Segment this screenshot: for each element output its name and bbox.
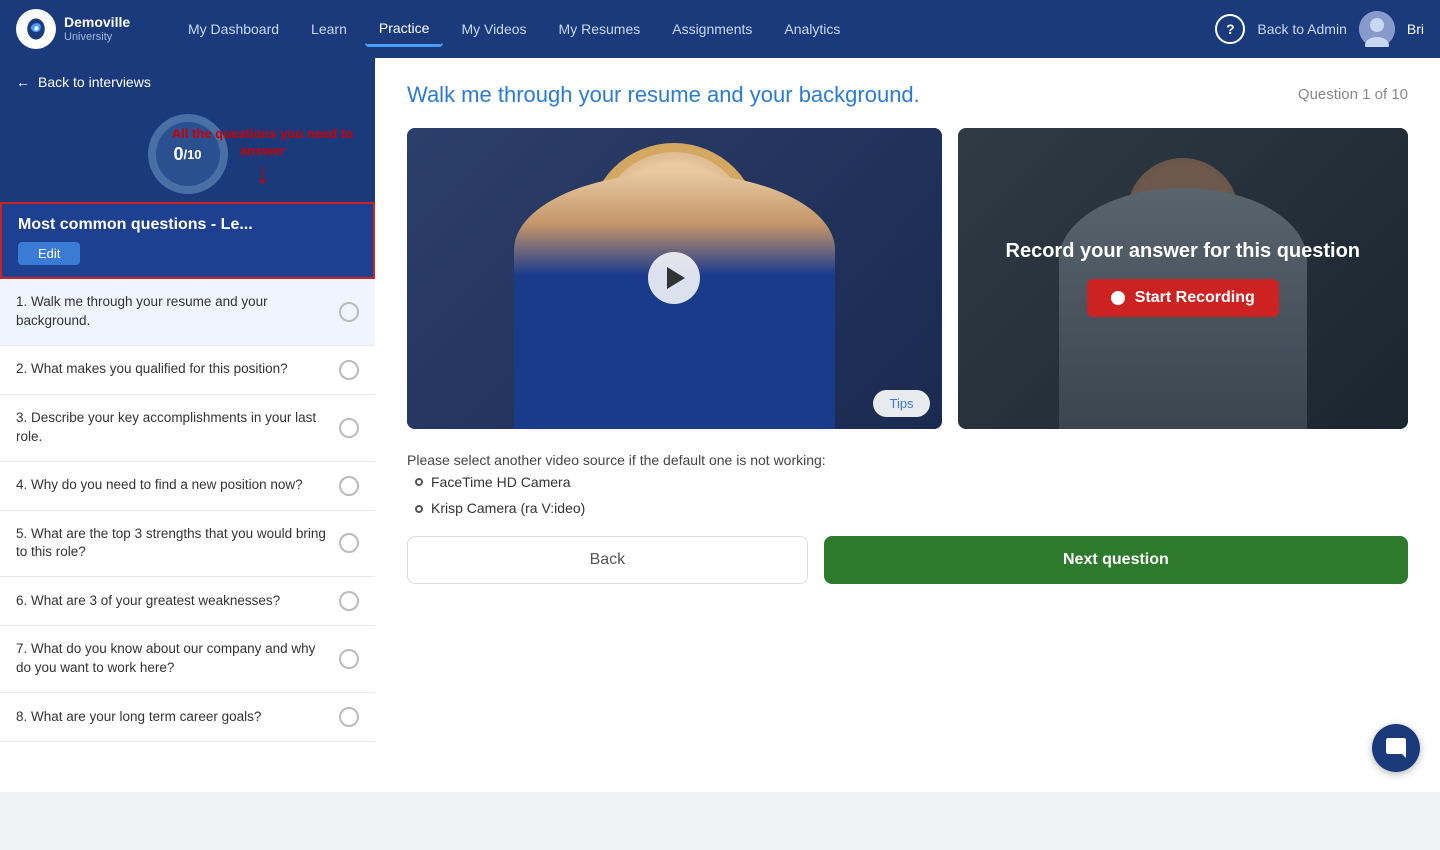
back-button[interactable]: Back: [407, 536, 808, 584]
question-text-8: 8. What are your long term career goals?: [16, 708, 329, 727]
progress-container: 0/10: [0, 106, 375, 202]
record-dot-icon: [1111, 291, 1125, 305]
table-row[interactable]: 7. What do you know about our company an…: [0, 626, 375, 693]
progress-current: 0: [173, 144, 183, 165]
tips-button[interactable]: Tips: [873, 390, 929, 417]
nav-my-resumes[interactable]: My Resumes: [545, 13, 655, 45]
question-radio-3[interactable]: [339, 418, 359, 438]
list-item[interactable]: Krisp Camera (ra V:ideo): [415, 497, 1408, 519]
logo-icon: [16, 9, 56, 49]
question-text-5: 5. What are the top 3 strengths that you…: [16, 525, 329, 563]
logo-area: Demoville University: [16, 9, 166, 49]
nav-assignments[interactable]: Assignments: [658, 13, 766, 45]
progress-circle: 0/10: [148, 114, 228, 194]
user-video: Record your answer for this question Sta…: [958, 128, 1408, 429]
bottom-actions: Back Next question: [407, 536, 1408, 584]
camera-option-1: FaceTime HD Camera: [431, 471, 571, 493]
question-text-3: 3. Describe your key accomplishments in …: [16, 409, 329, 447]
play-button[interactable]: [648, 252, 700, 304]
nav-right: ? Back to Admin Bri: [1215, 11, 1424, 47]
progress-inner: 0/10: [156, 122, 220, 186]
question-radio-1[interactable]: [339, 302, 359, 322]
main-question-text: Walk me through your resume and your bac…: [407, 82, 1278, 108]
question-radio-5[interactable]: [339, 533, 359, 553]
nav-my-videos[interactable]: My Videos: [447, 13, 540, 45]
question-count: Question 1 of 10: [1278, 82, 1408, 103]
question-header: Walk me through your resume and your bac…: [407, 82, 1408, 108]
question-text-7: 7. What do you know about our company an…: [16, 640, 329, 678]
avatar: [1359, 11, 1395, 47]
question-radio-7[interactable]: [339, 649, 359, 669]
nav-links: My Dashboard Learn Practice My Videos My…: [166, 12, 1215, 47]
question-radio-4[interactable]: [339, 476, 359, 496]
nav-my-dashboard[interactable]: My Dashboard: [174, 13, 293, 45]
start-recording-button[interactable]: Start Recording: [1087, 279, 1279, 317]
table-row[interactable]: 1. Walk me through your resume and your …: [0, 279, 375, 346]
nav-analytics[interactable]: Analytics: [770, 13, 854, 45]
camera-dot-icon: [415, 505, 423, 513]
sidebar: ← Back to interviews 0/10 All the questi…: [0, 58, 375, 792]
back-arrow-icon: ←: [16, 74, 30, 90]
record-overlay: Record your answer for this question Sta…: [958, 128, 1408, 429]
question-text-4: 4. Why do you need to find a new positio…: [16, 476, 329, 495]
questions-list: 1. Walk me through your resume and your …: [0, 279, 375, 792]
progress-denom: /10: [183, 147, 201, 162]
back-to-interviews[interactable]: ← Back to interviews: [0, 58, 375, 106]
main-container: ← Back to interviews 0/10 All the questi…: [0, 58, 1440, 792]
camera-source-text: Please select another video source if th…: [407, 452, 826, 468]
content-area: Walk me through your resume and your bac…: [375, 58, 1440, 792]
chat-icon: [1384, 736, 1408, 760]
table-row[interactable]: 2. What makes you qualified for this pos…: [0, 346, 375, 395]
videos-row: Tips Record your answer for this questio…: [407, 128, 1408, 429]
table-row[interactable]: 8. What are your long term career goals?: [0, 693, 375, 742]
next-question-button[interactable]: Next question: [824, 536, 1408, 584]
play-icon: [667, 267, 685, 289]
nav-practice[interactable]: Practice: [365, 12, 444, 47]
table-row[interactable]: 6. What are 3 of your greatest weaknesse…: [0, 577, 375, 626]
back-interviews-label: Back to interviews: [38, 74, 151, 90]
back-admin-link[interactable]: Back to Admin: [1257, 21, 1347, 37]
camera-source-info: Please select another video source if th…: [407, 449, 1408, 520]
navbar: Demoville University My Dashboard Learn …: [0, 0, 1440, 58]
question-radio-6[interactable]: [339, 591, 359, 611]
chat-bubble-button[interactable]: [1372, 724, 1420, 772]
table-row[interactable]: 4. Why do you need to find a new positio…: [0, 462, 375, 511]
edit-button[interactable]: Edit: [18, 242, 80, 265]
logo-text: Demoville University: [64, 14, 130, 44]
table-row[interactable]: 3. Describe your key accomplishments in …: [0, 395, 375, 462]
table-row[interactable]: 5. What are the top 3 strengths that you…: [0, 511, 375, 578]
question-text-2: 2. What makes you qualified for this pos…: [16, 360, 329, 379]
camera-list: FaceTime HD Camera Krisp Camera (ra V:id…: [407, 471, 1408, 520]
question-radio-8[interactable]: [339, 707, 359, 727]
questions-header: Most common questions - Le... Edit: [0, 202, 375, 279]
camera-dot-icon: [415, 478, 423, 486]
camera-option-2: Krisp Camera (ra V:ideo): [431, 497, 585, 519]
question-text-1: 1. Walk me through your resume and your …: [16, 293, 329, 331]
help-button[interactable]: ?: [1215, 14, 1245, 44]
record-title: Record your answer for this question: [990, 240, 1377, 263]
brand-sub: University: [64, 31, 130, 44]
questions-title: Most common questions - Le...: [18, 216, 357, 234]
list-item[interactable]: FaceTime HD Camera: [415, 471, 1408, 493]
question-text-6: 6. What are 3 of your greatest weaknesse…: [16, 592, 329, 611]
question-radio-2[interactable]: [339, 360, 359, 380]
interviewer-video: Tips: [407, 128, 942, 429]
brand-name: Demoville: [64, 14, 130, 31]
start-recording-label: Start Recording: [1135, 289, 1255, 307]
nav-learn[interactable]: Learn: [297, 13, 361, 45]
user-name: Bri: [1407, 21, 1424, 37]
